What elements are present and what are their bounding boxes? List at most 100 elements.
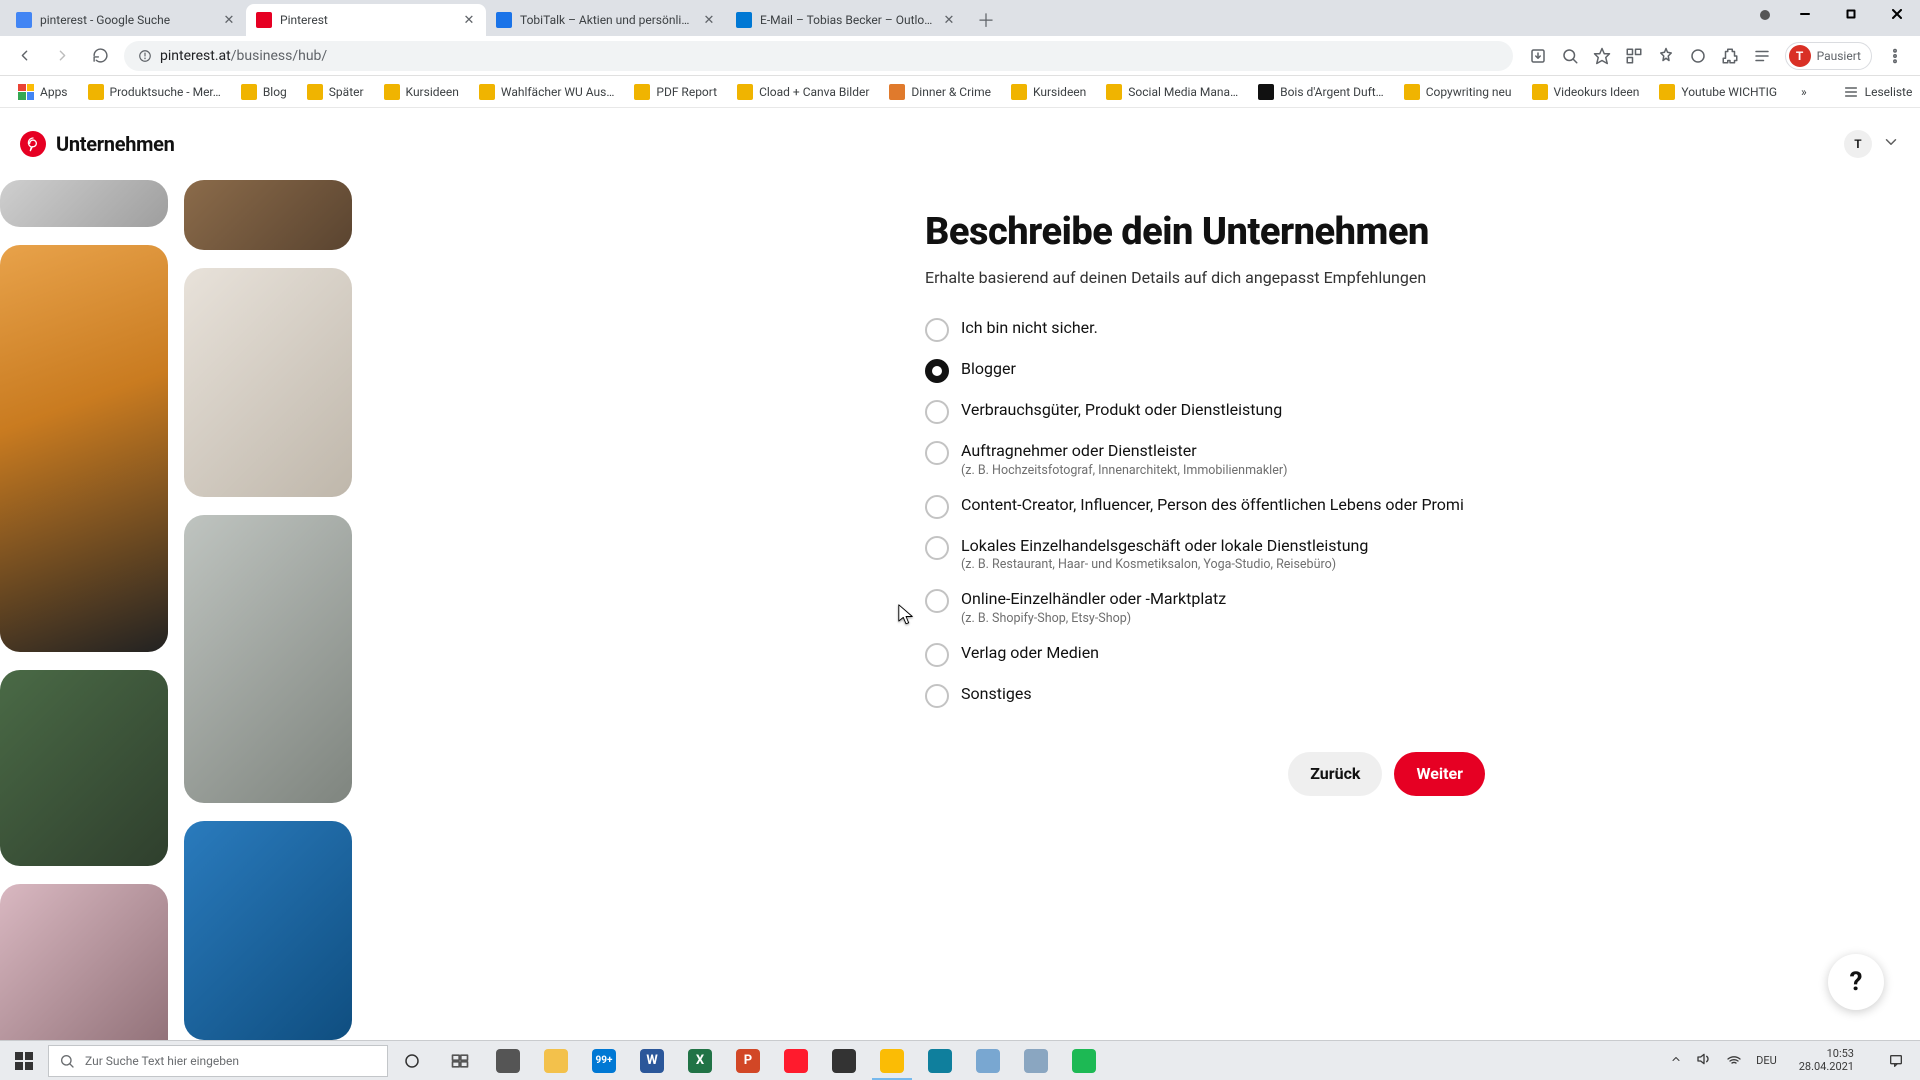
business-type-option[interactable]: Content-Creator, Influencer, Person des … <box>925 490 1485 523</box>
business-type-option[interactable]: Online-Einzelhändler oder -Marktplatz (z… <box>925 584 1485 630</box>
taskbar-clock[interactable]: 10:53 28.04.2021 <box>1791 1048 1862 1073</box>
browser-tab[interactable]: Pinterest ✕ <box>246 4 486 36</box>
kebab-menu-icon[interactable] <box>1886 47 1904 65</box>
bookmark-label: Apps <box>40 85 68 99</box>
bookmark-folder-icon <box>1532 84 1548 100</box>
bookmark-label: Blog <box>263 85 287 99</box>
tab-favicon-icon <box>736 12 752 28</box>
tray-language[interactable]: DEU <box>1756 1054 1777 1067</box>
bookmark-item[interactable]: Wahlfächer WU Aus… <box>471 80 623 104</box>
taskbar-app-word[interactable]: W <box>628 1041 676 1080</box>
incognito-indicator <box>1760 10 1770 20</box>
business-type-option[interactable]: Sonstiges <box>925 679 1485 712</box>
profile-chip[interactable]: T Pausiert <box>1785 42 1872 70</box>
taskbar-app-edge[interactable] <box>916 1041 964 1080</box>
business-type-option[interactable]: Ich bin nicht sicher. <box>925 313 1485 346</box>
extensions-icon[interactable] <box>1721 47 1739 65</box>
taskbar-app-opera[interactable] <box>772 1041 820 1080</box>
tab-close-icon[interactable]: ✕ <box>702 13 716 27</box>
account-menu-chevron-icon[interactable] <box>1882 133 1900 155</box>
account-avatar[interactable]: T <box>1844 130 1872 158</box>
tray-network-icon[interactable] <box>1726 1051 1742 1070</box>
url-input[interactable]: pinterest.at/business/hub/ <box>124 41 1513 71</box>
overflow-chevron[interactable]: » <box>1793 81 1815 103</box>
radio-icon <box>925 495 949 519</box>
bookmark-item[interactable]: Cload + Canva Bilder <box>729 80 877 104</box>
bookmark-item[interactable]: Youtube WICHTIG <box>1651 80 1785 104</box>
taskbar-app-chrome[interactable] <box>868 1041 916 1080</box>
option-label: Auftragnehmer oder Dienstleister <box>961 440 1287 462</box>
business-type-option[interactable]: Verbrauchsgüter, Produkt oder Dienstleis… <box>925 395 1485 428</box>
new-tab-button[interactable]: ＋ <box>972 6 1000 34</box>
business-type-option[interactable]: Verlag oder Medien <box>925 638 1485 671</box>
taskbar-app-obs[interactable] <box>820 1041 868 1080</box>
taskbar-app-spotify[interactable] <box>1060 1041 1108 1080</box>
option-label: Content-Creator, Influencer, Person des … <box>961 494 1464 516</box>
bookmark-item[interactable]: Videokurs Ideen <box>1524 80 1648 104</box>
tab-close-icon[interactable]: ✕ <box>222 13 236 27</box>
bookmark-item[interactable]: Kursideen <box>1003 80 1094 104</box>
windows-taskbar: Zur Suche Text hier eingeben 99+WXP DEU … <box>0 1040 1920 1080</box>
page-content: Unternehmen T Besc <box>0 108 1920 1040</box>
browser-tab[interactable]: TobiTalk – Aktien und persönlich… ✕ <box>486 4 726 36</box>
ext-circle-icon[interactable] <box>1689 47 1707 65</box>
bookmark-item[interactable]: Dinner & Crime <box>881 80 999 104</box>
taskbar-app-notepad[interactable] <box>964 1041 1012 1080</box>
taskbar-search[interactable]: Zur Suche Text hier eingeben <box>48 1045 388 1077</box>
close-window-button[interactable] <box>1874 0 1920 28</box>
bookmark-star-icon[interactable] <box>1593 47 1611 65</box>
qr-icon[interactable] <box>1625 47 1643 65</box>
nav-back-button[interactable] <box>10 42 38 70</box>
reading-list-icon[interactable] <box>1753 47 1771 65</box>
task-view-button[interactable] <box>436 1041 484 1080</box>
option-hint: (z. B. Restaurant, Haar- und Kosmetiksal… <box>961 557 1368 572</box>
pinterest-header: Unternehmen T <box>0 108 1920 180</box>
action-center-icon[interactable] <box>1876 1053 1916 1069</box>
system-tray: DEU 10:53 28.04.2021 <box>1666 1048 1920 1073</box>
business-type-option[interactable]: Lokales Einzelhandelsgeschäft oder lokal… <box>925 531 1485 577</box>
bookmark-item[interactable]: Blog <box>233 80 295 104</box>
install-app-icon[interactable] <box>1529 47 1547 65</box>
taskbar-app-excel[interactable]: X <box>676 1041 724 1080</box>
address-bar: pinterest.at/business/hub/ T Pausiert <box>0 36 1920 76</box>
business-type-option[interactable]: Blogger <box>925 354 1485 387</box>
pinterest-logo-icon[interactable] <box>20 131 46 157</box>
mosaic-tile <box>0 884 168 1040</box>
tray-volume-icon[interactable] <box>1696 1051 1712 1070</box>
start-button[interactable] <box>0 1041 48 1080</box>
ext-pin-icon[interactable] <box>1657 47 1675 65</box>
bookmark-item[interactable]: PDF Report <box>626 80 725 104</box>
bookmark-item[interactable]: Später <box>299 80 372 104</box>
business-type-option[interactable]: Auftragnehmer oder Dienstleister (z. B. … <box>925 436 1485 482</box>
bookmark-item[interactable]: Social Media Mana… <box>1098 80 1246 104</box>
next-button[interactable]: Weiter <box>1394 752 1485 796</box>
tab-favicon-icon <box>16 12 32 28</box>
bookmark-item[interactable]: Copywriting neu <box>1396 80 1520 104</box>
bookmark-item[interactable]: Kursideen <box>376 80 467 104</box>
reload-button[interactable] <box>86 42 114 70</box>
taskbar-app-mail[interactable]: 99+ <box>580 1041 628 1080</box>
tab-close-icon[interactable]: ✕ <box>462 13 476 27</box>
minimize-button[interactable] <box>1782 0 1828 28</box>
browser-tab[interactable]: E-Mail – Tobias Becker – Outlook ✕ <box>726 4 966 36</box>
taskbar-app-explorer[interactable] <box>532 1041 580 1080</box>
cortana-button[interactable] <box>388 1041 436 1080</box>
help-button[interactable]: ? <box>1828 954 1884 1010</box>
bookmark-item[interactable]: Produktsuche - Mer… <box>80 80 229 104</box>
taskbar-app-wordpad[interactable] <box>1012 1041 1060 1080</box>
bookmark-item[interactable]: Bois d'Argent Duft… <box>1250 80 1392 104</box>
maximize-button[interactable] <box>1828 0 1874 28</box>
taskbar-app-powerpoint[interactable]: P <box>724 1041 772 1080</box>
image-mosaic <box>0 180 360 1040</box>
tray-overflow-icon[interactable] <box>1670 1053 1682 1068</box>
back-button[interactable]: Zurück <box>1288 752 1382 796</box>
url-host: pinterest.at <box>160 48 231 64</box>
browser-tab[interactable]: pinterest - Google Suche ✕ <box>6 4 246 36</box>
mosaic-tile <box>184 268 352 497</box>
reading-list-button[interactable]: Leseliste <box>1835 80 1920 104</box>
taskbar-app-task-view[interactable] <box>484 1041 532 1080</box>
tab-close-icon[interactable]: ✕ <box>942 13 956 27</box>
apps-shortcut[interactable]: Apps <box>10 80 76 104</box>
nav-forward-button[interactable] <box>48 42 76 70</box>
zoom-icon[interactable] <box>1561 47 1579 65</box>
